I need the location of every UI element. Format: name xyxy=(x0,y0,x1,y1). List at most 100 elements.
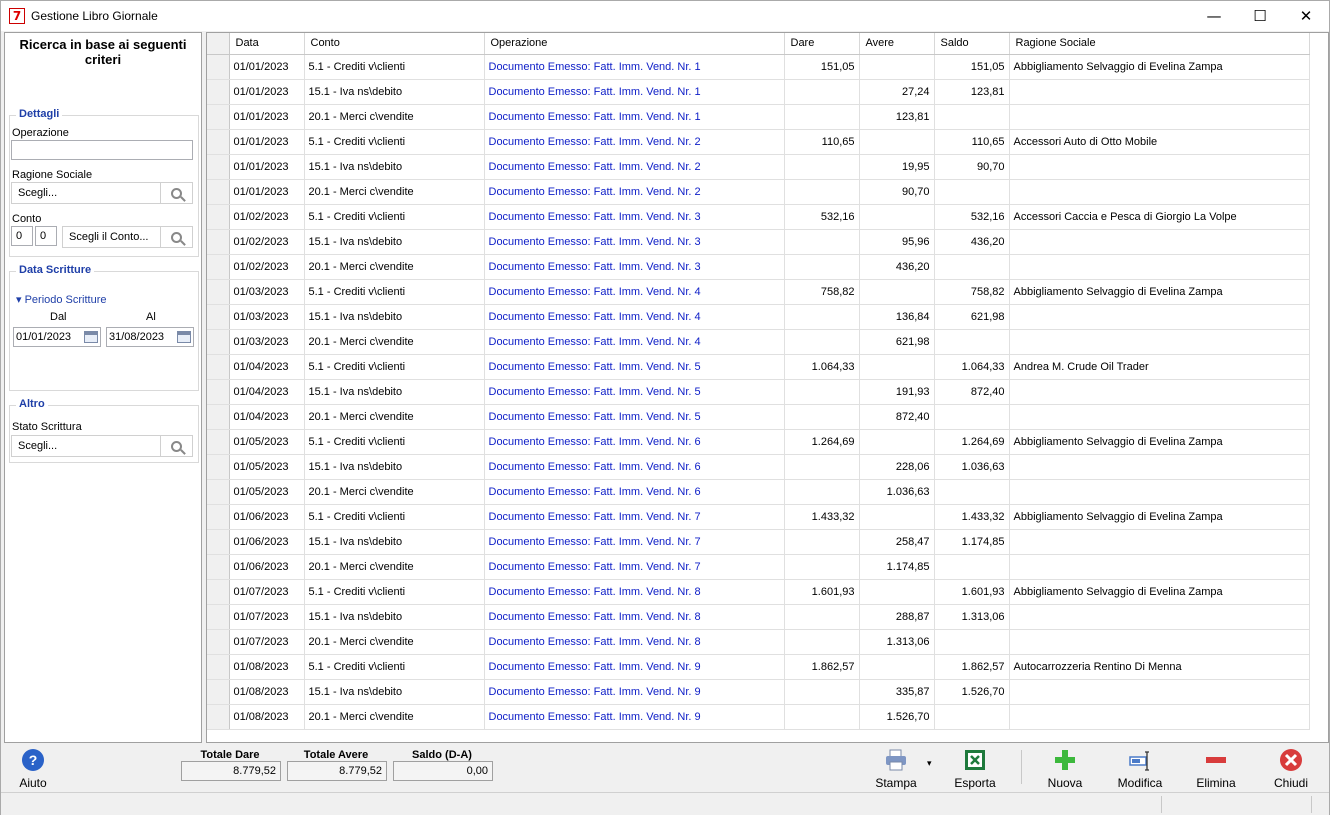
table-cell: Documento Emesso: Fatt. Imm. Vend. Nr. 4 xyxy=(484,304,785,330)
table-cell: 01/04/2023 xyxy=(229,354,305,380)
app-icon: 7 xyxy=(9,8,25,24)
table-cell: 1.264,69 xyxy=(934,429,1010,455)
table-row[interactable]: 01/01/2023 20.1 - Merci c\vendite Document… xyxy=(207,179,1310,205)
calendar-icon[interactable] xyxy=(177,331,191,343)
row-selector[interactable] xyxy=(207,129,230,155)
table-row[interactable]: 01/01/2023 15.1 - Iva ns\debito Documento … xyxy=(207,154,1310,180)
table-row[interactable]: 01/08/2023 20.1 - Merci c\vendite Document… xyxy=(207,704,1310,730)
column-header[interactable]: Ragione Sociale xyxy=(1009,33,1310,55)
journal-table: Data Conto Operazione Dare Avere Saldo Ragione… xyxy=(207,33,1310,730)
column-header[interactable]: Conto xyxy=(304,33,485,55)
dal-date-picker[interactable]: 01/01/2023 xyxy=(13,327,101,347)
table-row[interactable]: 01/06/2023 5.1 - Crediti v\clienti Documen… xyxy=(207,504,1310,530)
row-selector[interactable] xyxy=(207,204,230,230)
table-row[interactable]: 01/01/2023 5.1 - Crediti v\clienti Documen… xyxy=(207,129,1310,155)
row-selector[interactable] xyxy=(207,229,230,255)
table-cell: 15.1 - Iva ns\debito xyxy=(304,154,485,180)
table-row[interactable]: 01/06/2023 20.1 - Merci c\vendite Document… xyxy=(207,554,1310,580)
ragione-sociale-picker[interactable]: Scegli... xyxy=(11,182,193,204)
ragione-sociale-label: Ragione Sociale xyxy=(12,169,93,181)
row-selector[interactable] xyxy=(207,529,230,555)
close-window-button[interactable]: ✕ xyxy=(1283,1,1329,31)
table-row[interactable]: 01/02/2023 20.1 - Merci c\vendite Document… xyxy=(207,254,1310,280)
modifica-button[interactable]: Modifica xyxy=(1115,748,1165,790)
stampa-button[interactable]: Stampa xyxy=(871,748,921,790)
table-cell: 95,96 xyxy=(859,229,935,255)
row-selector[interactable] xyxy=(207,429,230,455)
row-selector[interactable] xyxy=(207,254,230,280)
table-row[interactable]: 01/08/2023 5.1 - Crediti v\clienti Documen… xyxy=(207,654,1310,680)
nuova-button[interactable]: Nuova xyxy=(1045,748,1085,790)
row-selector[interactable] xyxy=(207,404,230,430)
table-row[interactable]: 01/01/2023 15.1 - Iva ns\debito Documento … xyxy=(207,79,1310,105)
table-row[interactable]: 01/02/2023 5.1 - Crediti v\clienti Documen… xyxy=(207,204,1310,230)
chiudi-button[interactable]: Chiudi xyxy=(1271,748,1311,790)
column-header[interactable]: Saldo xyxy=(934,33,1010,55)
table-row[interactable]: 01/08/2023 15.1 - Iva ns\debito Documento … xyxy=(207,679,1310,705)
calendar-icon[interactable] xyxy=(84,331,98,343)
column-header[interactable]: Operazione xyxy=(484,33,785,55)
table-cell: 01/08/2023 xyxy=(229,679,305,705)
column-header[interactable]: Avere xyxy=(859,33,935,55)
table-row[interactable]: 01/04/2023 5.1 - Crediti v\clienti Documen… xyxy=(207,354,1310,380)
row-selector[interactable] xyxy=(207,304,230,330)
row-selector[interactable] xyxy=(207,504,230,530)
journal-grid[interactable]: Data Conto Operazione Dare Avere Saldo Ragione… xyxy=(206,32,1329,743)
table-row[interactable]: 01/07/2023 15.1 - Iva ns\debito Documento … xyxy=(207,604,1310,630)
conto-code-a[interactable]: 0 xyxy=(11,226,33,246)
row-selector[interactable] xyxy=(207,354,230,380)
row-selector[interactable] xyxy=(207,379,230,405)
row-selector[interactable] xyxy=(207,54,230,80)
conto-search-button[interactable] xyxy=(160,227,192,247)
row-selector[interactable] xyxy=(207,179,230,205)
table-cell xyxy=(934,704,1010,730)
stato-scrittura-picker[interactable]: Scegli... xyxy=(11,435,193,457)
minimize-button[interactable]: — xyxy=(1191,1,1237,31)
table-row[interactable]: 01/01/2023 5.1 - Crediti v\clienti Documen… xyxy=(207,54,1310,80)
row-selector[interactable] xyxy=(207,279,230,305)
row-selector[interactable] xyxy=(207,454,230,480)
table-row[interactable]: 01/05/2023 5.1 - Crediti v\clienti Documen… xyxy=(207,429,1310,455)
row-selector[interactable] xyxy=(207,629,230,655)
table-row[interactable]: 01/03/2023 20.1 - Merci c\vendite Document… xyxy=(207,329,1310,355)
stampa-dropdown-arrow[interactable]: ▾ xyxy=(927,758,932,769)
periodo-scritture-toggle[interactable]: ▾ Periodo Scritture xyxy=(16,293,107,306)
row-selector[interactable] xyxy=(207,579,230,605)
column-header[interactable]: Dare xyxy=(784,33,860,55)
row-selector[interactable] xyxy=(207,679,230,705)
table-row[interactable]: 01/07/2023 5.1 - Crediti v\clienti Documen… xyxy=(207,579,1310,605)
totale-avere-label: Totale Avere xyxy=(303,749,369,761)
table-row[interactable]: 01/04/2023 20.1 - Merci c\vendite Document… xyxy=(207,404,1310,430)
esporta-button[interactable]: Esporta xyxy=(951,748,999,790)
table-row[interactable]: 01/03/2023 5.1 - Crediti v\clienti Documen… xyxy=(207,279,1310,305)
table-row[interactable]: 01/05/2023 15.1 - Iva ns\debito Documento … xyxy=(207,454,1310,480)
al-date-picker[interactable]: 31/08/2023 xyxy=(106,327,194,347)
maximize-button[interactable]: ☐ xyxy=(1237,1,1283,31)
row-selector[interactable] xyxy=(207,704,230,730)
table-cell: 5.1 - Crediti v\clienti xyxy=(304,129,485,155)
row-selector[interactable] xyxy=(207,654,230,680)
table-row[interactable]: 01/07/2023 20.1 - Merci c\vendite Document… xyxy=(207,629,1310,655)
row-selector[interactable] xyxy=(207,154,230,180)
table-row[interactable]: 01/02/2023 15.1 - Iva ns\debito Documento … xyxy=(207,229,1310,255)
operazione-input[interactable] xyxy=(11,140,193,160)
table-row[interactable]: 01/03/2023 15.1 - Iva ns\debito Documento … xyxy=(207,304,1310,330)
elimina-button[interactable]: Elimina xyxy=(1195,748,1237,790)
column-header[interactable]: Data xyxy=(229,33,305,55)
row-selector[interactable] xyxy=(207,79,230,105)
table-row[interactable]: 01/04/2023 15.1 - Iva ns\debito Documento … xyxy=(207,379,1310,405)
aiuto-button[interactable]: ? Aiuto xyxy=(15,748,51,790)
row-selector[interactable] xyxy=(207,104,230,130)
row-selector-header[interactable] xyxy=(207,33,230,55)
row-selector[interactable] xyxy=(207,329,230,355)
row-selector[interactable] xyxy=(207,554,230,580)
stato-scrittura-search-button[interactable] xyxy=(160,436,192,456)
table-row[interactable]: 01/01/2023 20.1 - Merci c\vendite Document… xyxy=(207,104,1310,130)
conto-code-b[interactable]: 0 xyxy=(35,226,57,246)
table-row[interactable]: 01/06/2023 15.1 - Iva ns\debito Documento … xyxy=(207,529,1310,555)
ragione-sociale-search-button[interactable] xyxy=(160,183,192,203)
row-selector[interactable] xyxy=(207,479,230,505)
table-row[interactable]: 01/05/2023 20.1 - Merci c\vendite Document… xyxy=(207,479,1310,505)
conto-picker[interactable]: Scegli il Conto... xyxy=(62,226,193,248)
row-selector[interactable] xyxy=(207,604,230,630)
